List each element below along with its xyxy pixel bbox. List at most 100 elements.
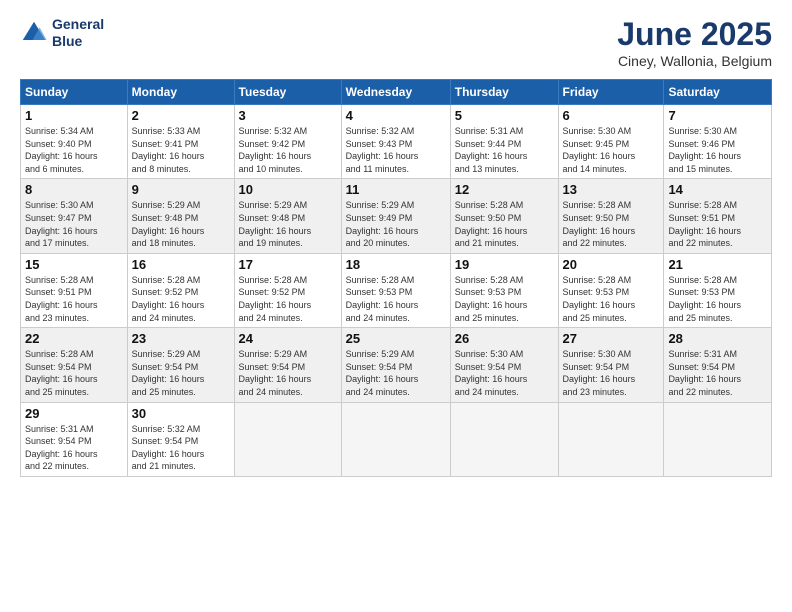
day-number: 26 (455, 331, 554, 346)
calendar-cell-w5d3 (234, 402, 341, 476)
calendar-cell-w4d4: 25 Sunrise: 5:29 AM Sunset: 9:54 PM Dayl… (341, 328, 450, 402)
calendar-cell-w1d4: 4 Sunrise: 5:32 AM Sunset: 9:43 PM Dayli… (341, 105, 450, 179)
calendar-cell-w3d1: 15 Sunrise: 5:28 AM Sunset: 9:51 PM Dayl… (21, 253, 128, 327)
logo-icon (20, 19, 48, 47)
calendar-cell-w2d5: 12 Sunrise: 5:28 AM Sunset: 9:50 PM Dayl… (450, 179, 558, 253)
day-number: 2 (132, 108, 230, 123)
header-monday: Monday (127, 80, 234, 105)
logo-line2: Blue (52, 33, 82, 49)
day-info: Sunrise: 5:30 AM Sunset: 9:54 PM Dayligh… (563, 348, 660, 398)
day-number: 19 (455, 257, 554, 272)
calendar-table: Sunday Monday Tuesday Wednesday Thursday… (20, 79, 772, 477)
day-info: Sunrise: 5:30 AM Sunset: 9:45 PM Dayligh… (563, 125, 660, 175)
day-number: 29 (25, 406, 123, 421)
day-info: Sunrise: 5:29 AM Sunset: 9:54 PM Dayligh… (239, 348, 337, 398)
day-number: 9 (132, 182, 230, 197)
day-number: 6 (563, 108, 660, 123)
day-number: 8 (25, 182, 123, 197)
calendar-cell-w2d6: 13 Sunrise: 5:28 AM Sunset: 9:50 PM Dayl… (558, 179, 664, 253)
logo: General Blue (20, 16, 104, 50)
day-info: Sunrise: 5:29 AM Sunset: 9:48 PM Dayligh… (132, 199, 230, 249)
day-number: 22 (25, 331, 123, 346)
header-tuesday: Tuesday (234, 80, 341, 105)
day-info: Sunrise: 5:34 AM Sunset: 9:40 PM Dayligh… (25, 125, 123, 175)
day-info: Sunrise: 5:28 AM Sunset: 9:53 PM Dayligh… (455, 274, 554, 324)
day-info: Sunrise: 5:31 AM Sunset: 9:54 PM Dayligh… (25, 423, 123, 473)
day-number: 27 (563, 331, 660, 346)
day-info: Sunrise: 5:28 AM Sunset: 9:51 PM Dayligh… (25, 274, 123, 324)
day-number: 12 (455, 182, 554, 197)
day-number: 10 (239, 182, 337, 197)
day-number: 3 (239, 108, 337, 123)
day-info: Sunrise: 5:32 AM Sunset: 9:54 PM Dayligh… (132, 423, 230, 473)
day-info: Sunrise: 5:30 AM Sunset: 9:47 PM Dayligh… (25, 199, 123, 249)
calendar-cell-w3d6: 20 Sunrise: 5:28 AM Sunset: 9:53 PM Dayl… (558, 253, 664, 327)
calendar-cell-w4d2: 23 Sunrise: 5:29 AM Sunset: 9:54 PM Dayl… (127, 328, 234, 402)
day-number: 16 (132, 257, 230, 272)
title-block: June 2025 Ciney, Wallonia, Belgium (617, 16, 772, 69)
header-sunday: Sunday (21, 80, 128, 105)
calendar-cell-w2d7: 14 Sunrise: 5:28 AM Sunset: 9:51 PM Dayl… (664, 179, 772, 253)
day-number: 21 (668, 257, 767, 272)
calendar-cell-w2d4: 11 Sunrise: 5:29 AM Sunset: 9:49 PM Dayl… (341, 179, 450, 253)
calendar-cell-w5d2: 30 Sunrise: 5:32 AM Sunset: 9:54 PM Dayl… (127, 402, 234, 476)
day-info: Sunrise: 5:28 AM Sunset: 9:54 PM Dayligh… (25, 348, 123, 398)
day-number: 30 (132, 406, 230, 421)
day-info: Sunrise: 5:31 AM Sunset: 9:44 PM Dayligh… (455, 125, 554, 175)
day-info: Sunrise: 5:28 AM Sunset: 9:50 PM Dayligh… (455, 199, 554, 249)
location-title: Ciney, Wallonia, Belgium (617, 53, 772, 69)
calendar-cell-w1d3: 3 Sunrise: 5:32 AM Sunset: 9:42 PM Dayli… (234, 105, 341, 179)
calendar-cell-w5d1: 29 Sunrise: 5:31 AM Sunset: 9:54 PM Dayl… (21, 402, 128, 476)
day-number: 25 (346, 331, 446, 346)
day-info: Sunrise: 5:29 AM Sunset: 9:49 PM Dayligh… (346, 199, 446, 249)
header-friday: Friday (558, 80, 664, 105)
calendar-week-2: 8 Sunrise: 5:30 AM Sunset: 9:47 PM Dayli… (21, 179, 772, 253)
day-number: 13 (563, 182, 660, 197)
calendar-cell-w3d5: 19 Sunrise: 5:28 AM Sunset: 9:53 PM Dayl… (450, 253, 558, 327)
calendar-week-1: 1 Sunrise: 5:34 AM Sunset: 9:40 PM Dayli… (21, 105, 772, 179)
calendar-cell-w4d3: 24 Sunrise: 5:29 AM Sunset: 9:54 PM Dayl… (234, 328, 341, 402)
calendar-week-5: 29 Sunrise: 5:31 AM Sunset: 9:54 PM Dayl… (21, 402, 772, 476)
day-info: Sunrise: 5:28 AM Sunset: 9:50 PM Dayligh… (563, 199, 660, 249)
calendar-cell-w3d4: 18 Sunrise: 5:28 AM Sunset: 9:53 PM Dayl… (341, 253, 450, 327)
calendar-cell-w5d4 (341, 402, 450, 476)
header: General Blue June 2025 Ciney, Wallonia, … (20, 16, 772, 69)
day-info: Sunrise: 5:29 AM Sunset: 9:48 PM Dayligh… (239, 199, 337, 249)
day-number: 28 (668, 331, 767, 346)
day-number: 18 (346, 257, 446, 272)
day-info: Sunrise: 5:28 AM Sunset: 9:52 PM Dayligh… (132, 274, 230, 324)
day-info: Sunrise: 5:28 AM Sunset: 9:53 PM Dayligh… (346, 274, 446, 324)
day-number: 23 (132, 331, 230, 346)
day-info: Sunrise: 5:30 AM Sunset: 9:54 PM Dayligh… (455, 348, 554, 398)
calendar-cell-w4d7: 28 Sunrise: 5:31 AM Sunset: 9:54 PM Dayl… (664, 328, 772, 402)
calendar-cell-w4d1: 22 Sunrise: 5:28 AM Sunset: 9:54 PM Dayl… (21, 328, 128, 402)
day-info: Sunrise: 5:28 AM Sunset: 9:51 PM Dayligh… (668, 199, 767, 249)
calendar-cell-w2d3: 10 Sunrise: 5:29 AM Sunset: 9:48 PM Dayl… (234, 179, 341, 253)
header-thursday: Thursday (450, 80, 558, 105)
logo-line1: General (52, 16, 104, 32)
calendar-cell-w1d5: 5 Sunrise: 5:31 AM Sunset: 9:44 PM Dayli… (450, 105, 558, 179)
day-info: Sunrise: 5:32 AM Sunset: 9:42 PM Dayligh… (239, 125, 337, 175)
calendar-cell-w1d2: 2 Sunrise: 5:33 AM Sunset: 9:41 PM Dayli… (127, 105, 234, 179)
day-info: Sunrise: 5:30 AM Sunset: 9:46 PM Dayligh… (668, 125, 767, 175)
calendar-cell-w5d5 (450, 402, 558, 476)
calendar-cell-w1d7: 7 Sunrise: 5:30 AM Sunset: 9:46 PM Dayli… (664, 105, 772, 179)
day-info: Sunrise: 5:33 AM Sunset: 9:41 PM Dayligh… (132, 125, 230, 175)
day-info: Sunrise: 5:28 AM Sunset: 9:52 PM Dayligh… (239, 274, 337, 324)
calendar-cell-w4d6: 27 Sunrise: 5:30 AM Sunset: 9:54 PM Dayl… (558, 328, 664, 402)
calendar-week-4: 22 Sunrise: 5:28 AM Sunset: 9:54 PM Dayl… (21, 328, 772, 402)
day-number: 15 (25, 257, 123, 272)
logo-text: General Blue (52, 16, 104, 50)
day-info: Sunrise: 5:32 AM Sunset: 9:43 PM Dayligh… (346, 125, 446, 175)
day-info: Sunrise: 5:29 AM Sunset: 9:54 PM Dayligh… (132, 348, 230, 398)
calendar-cell-w3d2: 16 Sunrise: 5:28 AM Sunset: 9:52 PM Dayl… (127, 253, 234, 327)
calendar-cell-w5d7 (664, 402, 772, 476)
calendar-cell-w2d2: 9 Sunrise: 5:29 AM Sunset: 9:48 PM Dayli… (127, 179, 234, 253)
month-title: June 2025 (617, 16, 772, 53)
day-number: 4 (346, 108, 446, 123)
calendar-cell-w3d3: 17 Sunrise: 5:28 AM Sunset: 9:52 PM Dayl… (234, 253, 341, 327)
day-number: 24 (239, 331, 337, 346)
calendar-cell-w1d1: 1 Sunrise: 5:34 AM Sunset: 9:40 PM Dayli… (21, 105, 128, 179)
calendar-header-row: Sunday Monday Tuesday Wednesday Thursday… (21, 80, 772, 105)
day-number: 14 (668, 182, 767, 197)
